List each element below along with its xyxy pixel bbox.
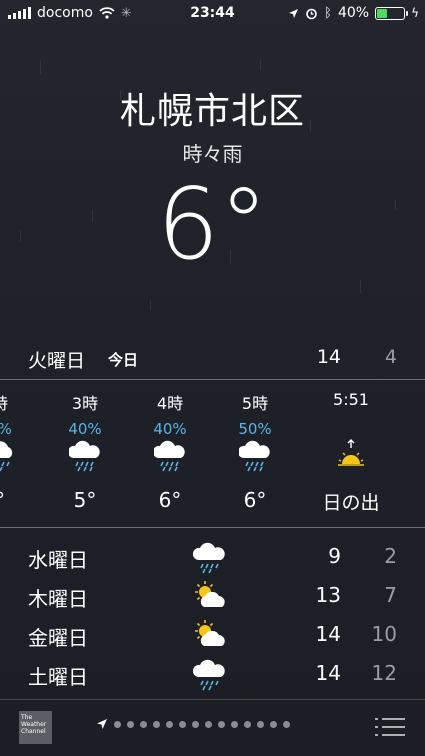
day-high: 9	[328, 544, 341, 568]
hour-precip: 40%	[153, 420, 187, 438]
battery-icon	[375, 6, 409, 20]
day-high: 13	[315, 583, 341, 607]
page-dot[interactable]	[231, 720, 238, 728]
hour-precip: 40%	[68, 420, 102, 438]
hour-time: 5時	[241, 394, 269, 413]
rain-cloud-icon	[192, 659, 225, 691]
location-arrow-icon	[97, 719, 107, 729]
page-dot[interactable]	[192, 720, 199, 728]
hour-temp: 5°	[73, 488, 97, 512]
hour-time: 3時	[71, 394, 99, 413]
page-dot[interactable]	[218, 720, 225, 728]
city-name: 札幌市北区	[119, 91, 305, 132]
page-indicator[interactable]	[96, 718, 290, 730]
page-dot[interactable]	[179, 720, 186, 728]
day-name: 金曜日	[28, 626, 88, 650]
rain-cloud-icon	[69, 440, 100, 472]
day-name: 水曜日	[28, 548, 88, 572]
rain-cloud-icon	[154, 440, 185, 472]
alarm-icon	[306, 8, 317, 19]
current-temperature: 6°	[156, 168, 269, 282]
battery-percent: 40%	[337, 5, 370, 21]
rain-cloud-icon	[192, 542, 225, 574]
day-high: 14	[315, 622, 341, 646]
list-item: 金曜日 14 10	[0, 618, 425, 657]
hourly-forecast-strip[interactable]: 時 0% ° 3時 40% 5° 4時 40% 6° 5時 50% 6°	[0, 380, 425, 526]
list-item: 水曜日 9 2	[0, 540, 425, 579]
today-label: 今日	[108, 351, 139, 369]
bottom-toolbar: The Weather Channel	[0, 700, 425, 756]
today-summary-row: 火曜日 今日 14 4	[0, 340, 425, 376]
page-dot[interactable]	[205, 720, 212, 728]
today-high: 14	[316, 346, 341, 368]
sunrise-label: 日の出	[322, 492, 380, 514]
day-high: 14	[315, 661, 341, 685]
daily-forecast-list[interactable]: 水曜日 9 2 木曜日 13 7 金曜日 14 10 土曜日 14 12	[0, 540, 425, 696]
page-dot[interactable]	[244, 720, 251, 728]
page-dot[interactable]	[283, 720, 290, 728]
day-low: 7	[384, 583, 397, 607]
day-name: 土曜日	[28, 665, 88, 689]
location-arrow-icon	[289, 8, 299, 18]
partly-cloudy-icon	[195, 620, 225, 646]
day-low: 2	[384, 544, 397, 568]
list-item: 木曜日 13 7	[0, 579, 425, 618]
today-day-name: 火曜日	[28, 350, 86, 372]
weather-channel-logo[interactable]: The Weather Channel	[19, 711, 52, 744]
hour-temp: 6°	[158, 488, 182, 512]
hour-precip: 0%	[0, 420, 35, 438]
hour-time: 4時	[156, 394, 184, 413]
partly-cloudy-icon	[195, 581, 225, 607]
weather-condition: 時々雨	[182, 142, 243, 166]
page-dot[interactable]	[140, 720, 147, 728]
bluetooth-icon: ᛒ	[324, 5, 332, 21]
page-dot[interactable]	[166, 720, 173, 728]
page-dot[interactable]	[257, 720, 264, 728]
hour-temp: 6°	[243, 488, 267, 512]
rain-cloud-icon	[239, 440, 270, 472]
list-item: 土曜日 14 12	[0, 657, 425, 696]
day-low: 10	[371, 622, 397, 646]
charging-bolt-icon: ϟ	[411, 6, 419, 20]
page-dot[interactable]	[153, 720, 160, 728]
hour-temp: °	[0, 488, 5, 512]
hour-precip: 50%	[238, 420, 272, 438]
day-name: 木曜日	[28, 587, 88, 611]
page-dot[interactable]	[270, 720, 277, 728]
page-dot[interactable]	[127, 720, 134, 728]
day-low: 12	[371, 661, 397, 685]
today-low: 4	[384, 346, 397, 368]
page-dot[interactable]	[114, 720, 121, 728]
hour-time: 5:51	[333, 390, 369, 409]
status-bar: docomo ✳ 23:44 ᛒ 40% ϟ	[0, 0, 425, 28]
list-view-icon[interactable]	[375, 716, 405, 738]
rain-cloud-icon	[0, 441, 13, 472]
sunrise-icon	[338, 439, 364, 466]
divider	[0, 527, 425, 528]
hour-time: 時	[0, 390, 35, 414]
